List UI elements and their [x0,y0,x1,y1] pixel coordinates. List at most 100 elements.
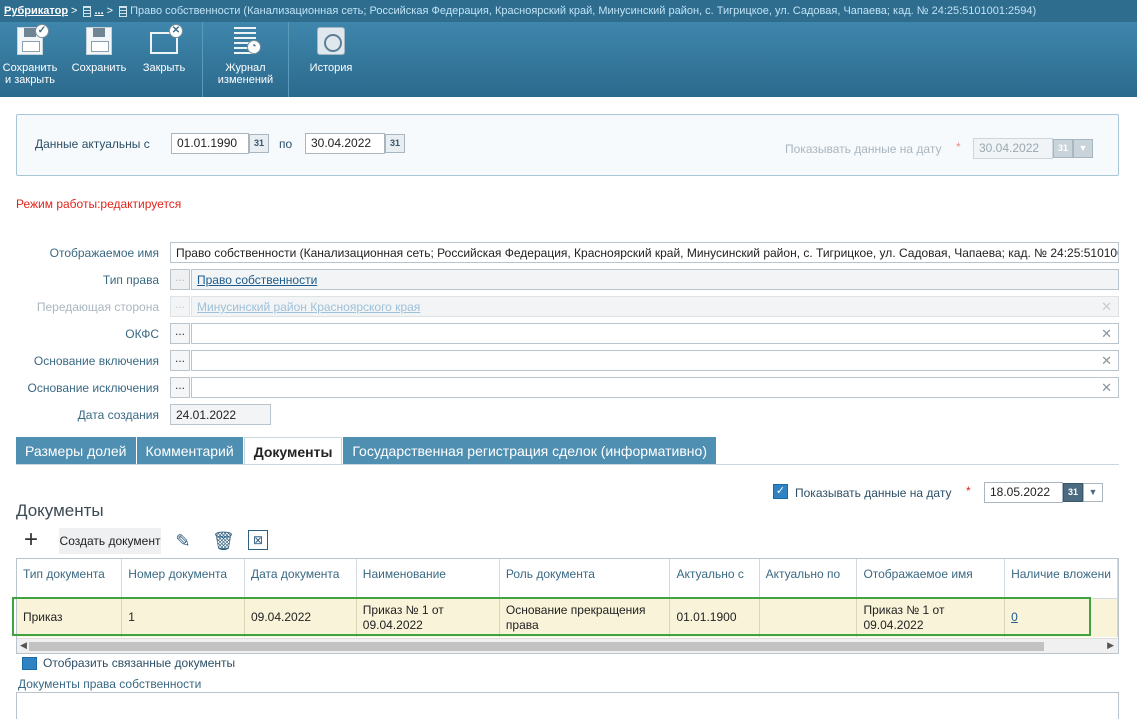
docs-show-on-date-label: Показывать данные на дату [795,486,952,500]
column-header[interactable]: Наличие вложени [1004,559,1118,599]
display-name-field[interactable]: Право собственности (Канализационная сет… [170,242,1119,263]
change-journal-button[interactable]: ◔ Журнал изменений [203,22,288,97]
clear-icon[interactable]: ✕ [1101,380,1112,396]
list-icon [119,5,128,17]
transferring-party-field[interactable]: Минусинский район Красноярского края ✕ [191,296,1119,317]
column-header[interactable]: Номер документа [121,559,245,599]
calendar-icon[interactable]: 31 [385,134,405,153]
save-and-close-button[interactable]: ✓ Сохранить и закрыть [0,22,60,97]
edit-icon[interactable]: ✎ [172,530,194,552]
required-mark: * [966,484,971,498]
tab-state-registration[interactable]: Государственная регистрация сделок (инфо… [343,437,716,465]
calendar-icon[interactable]: 31 [1053,139,1073,158]
calendar-icon[interactable]: 31 [249,134,269,153]
breadcrumb: Рубрикатор > ... > Право собственности (… [0,0,1137,22]
right-type-label: Тип права [102,273,159,287]
clear-icon[interactable]: ✕ [1101,353,1112,369]
column-header[interactable]: Наименование [356,559,500,599]
creation-date-label: Дата создания [77,408,159,422]
exclusion-basis-label: Основание исключения [27,381,159,395]
trash-icon[interactable]: 🗑 [212,530,235,552]
right-type-field[interactable]: Право собственности [191,269,1119,290]
doc-date-cell: 09.04.2022 [244,598,357,637]
save-label: Сохранить [71,62,127,74]
okfs-picker-button[interactable]: ... [170,323,190,344]
tab-comment[interactable]: Комментарий [136,437,243,465]
actual-to-cell [759,598,858,637]
history-button[interactable]: История [289,22,373,97]
close-button[interactable]: ✕ Закрыть [138,22,190,97]
transferring-party-link[interactable]: Минусинский район Красноярского края [197,300,420,314]
breadcrumb-ellipsis-link[interactable]: ... [94,5,103,17]
display-name-line1: Приказ № 1 от [863,602,945,617]
horizontal-scrollbar[interactable]: ◀ ▶ [17,638,1118,653]
plus-icon[interactable]: + [24,528,38,552]
journal-label-line2: изменений [217,74,274,86]
documents-title: Документы [16,501,104,520]
tab-documents[interactable]: Документы [243,437,343,465]
transferring-party-picker-button[interactable]: ... [170,296,190,317]
inclusion-basis-label: Основание включения [33,354,159,368]
column-header[interactable]: Тип документа [17,559,123,599]
exclusion-basis-picker-button[interactable]: ... [170,377,190,398]
attachments-link[interactable]: 0 [1011,610,1018,624]
attachments-cell: 0 [1004,598,1118,637]
actual-from-label: Данные актуальны с [35,137,150,151]
right-type-picker-button[interactable]: ... [170,269,190,290]
docs-show-on-date-input[interactable]: 18.05.2022 [984,482,1063,503]
clock-icon: ◔ [246,40,261,54]
inclusion-basis-field[interactable]: ✕ [191,350,1119,371]
clear-icon[interactable]: ✕ [1101,299,1112,315]
breadcrumb-current: Право собственности (Канализационная сет… [130,5,1037,17]
breadcrumb-root-link[interactable]: Рубрикатор [4,5,68,17]
save-and-close-label-line2: и закрыть [5,74,55,86]
table-row[interactable]: Приказ 1 09.04.2022 Приказ № 1 от 09.04.2… [17,598,1118,637]
doc-type-cell: Приказ [17,598,123,637]
scrollbar-thumb[interactable] [29,642,1044,651]
right-type-link[interactable]: Право собственности [197,273,317,287]
main-toolbar: ✓ Сохранить и закрыть Сохранить ✕ Закрыт… [0,22,1137,97]
actual-from-cell: 01.01.1900 [669,598,760,637]
column-header[interactable]: Актуально по [759,559,858,599]
column-header[interactable]: Отображаемое имя [856,559,1006,599]
transferring-party-label: Передающая сторона [36,300,159,314]
actuality-filter-panel: Данные актуальны с 01.01.1990 31 по 30.0… [16,114,1119,176]
doc-name-line2: 09.04.2022 [362,617,423,632]
show-on-date-checkbox[interactable]: ✓ [773,484,788,499]
chevron-down-icon[interactable]: ▼ [1073,139,1093,158]
date-from-input[interactable]: 01.01.1990 [171,133,249,154]
calendar-icon[interactable]: 31 [1063,483,1083,502]
check-icon: ✓ [35,24,49,38]
clear-icon[interactable]: ✕ [1101,326,1112,342]
scroll-right-icon[interactable]: ▶ [1107,640,1114,651]
save-button[interactable]: Сохранить [60,22,138,97]
chevron-down-icon[interactable]: ▼ [1083,483,1103,502]
history-label: История [309,62,353,74]
tab-divider [16,464,1119,465]
date-to-input[interactable]: 30.04.2022 [305,133,385,154]
related-documents-checkbox[interactable] [22,656,37,670]
doc-name-cell: Приказ № 1 от 09.04.2022 [356,598,500,637]
column-header[interactable]: Роль документа [499,559,671,599]
okfs-field[interactable]: ✕ [191,323,1119,344]
display-name-cell: Приказ № 1 от 09.04.2022 [856,598,1006,637]
table-header-row: Тип документа Номер документа Дата докум… [17,559,1118,599]
tab-bar: Размеры долей Комментарий Документы Госу… [16,437,717,465]
creation-date-field: 24.01.2022 [170,404,271,425]
inclusion-basis-picker-button[interactable]: ... [170,350,190,371]
tab-share-sizes[interactable]: Размеры долей [16,437,136,465]
breadcrumb-separator: > [106,5,114,17]
scroll-left-icon[interactable]: ◀ [20,640,27,651]
journal-label: Журнал [225,62,266,74]
column-header[interactable]: Актуально с [669,559,760,599]
show-related-documents[interactable]: Отобразить связанные документы [22,656,235,670]
create-document-button[interactable]: Создать документ [59,528,161,554]
show-on-date-label: Показывать данные на дату [785,142,942,156]
show-on-date-input[interactable]: 30.04.2022 [973,138,1053,159]
save-and-close-label: Сохранить [2,62,58,74]
to-label: по [279,137,293,151]
table-settings-icon[interactable]: ⊠ [248,530,268,550]
show-related-label: Отобразить связанные документы [43,656,236,670]
column-header[interactable]: Дата документа [244,559,357,599]
exclusion-basis-field[interactable]: ✕ [191,377,1119,398]
